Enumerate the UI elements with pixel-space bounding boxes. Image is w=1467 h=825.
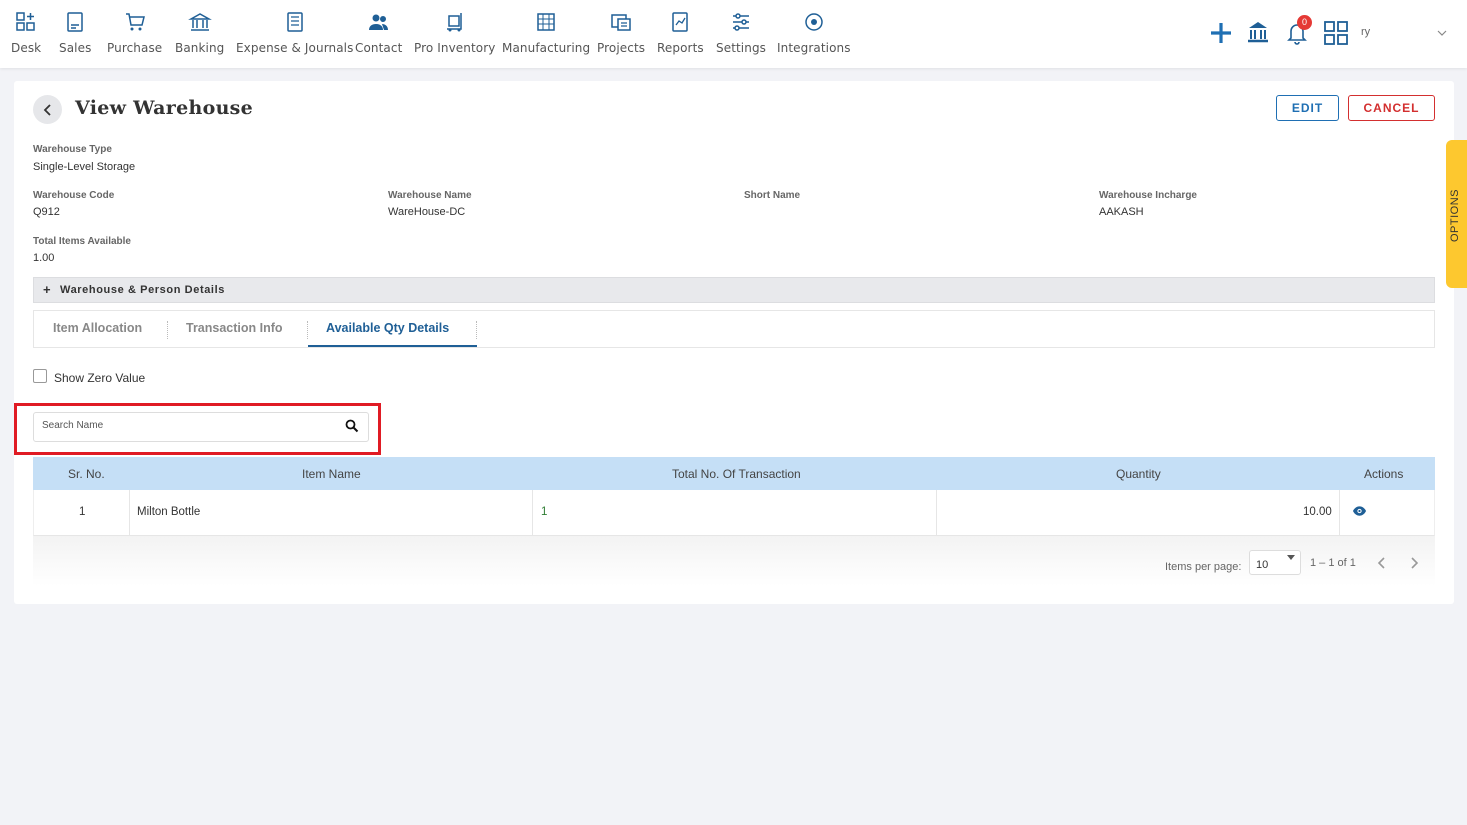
page-size-value: 10	[1256, 559, 1269, 571]
nav-integrations[interactable]: Integrations	[777, 10, 851, 55]
previous-page-icon[interactable]	[1375, 556, 1389, 570]
warehouse-code-value: Q912	[33, 206, 60, 218]
tab-transaction-info[interactable]: Transaction Info	[186, 321, 283, 335]
reports-icon	[668, 10, 692, 34]
apps-grid-icon[interactable]	[1324, 21, 1348, 45]
warehouse-name-value: WareHouse-DC	[388, 206, 466, 218]
header-actions: Actions	[1364, 467, 1404, 481]
show-zero-label: Show Zero Value	[54, 371, 146, 385]
top-nav: Desk Sales Purchase Banking Expense & Jo…	[0, 0, 1467, 68]
integrations-icon	[802, 10, 826, 34]
active-tab-indicator	[308, 345, 477, 347]
inventory-icon	[443, 10, 467, 34]
chevron-left-icon	[43, 103, 51, 116]
short-name-label: Short Name	[744, 190, 801, 201]
header-total-transactions: Total No. Of Transaction	[672, 467, 801, 481]
nav-settings[interactable]: Settings	[716, 10, 766, 55]
warehouse-name-label: Warehouse Name	[388, 190, 472, 201]
search-input[interactable]	[42, 420, 332, 431]
cell-transactions-link[interactable]: 1	[541, 506, 547, 518]
column-divider	[129, 490, 130, 536]
search-field[interactable]	[33, 412, 369, 442]
tab-item-allocation[interactable]: Item Allocation	[53, 321, 142, 335]
dropdown-arrow-icon	[1287, 555, 1295, 560]
header-item-name: Item Name	[302, 467, 361, 481]
total-items-label: Total Items Available	[33, 236, 131, 247]
nav-desk[interactable]: Desk	[11, 10, 41, 55]
sales-icon	[63, 10, 87, 34]
nav-expense-journals[interactable]: Expense & Journals	[236, 10, 353, 55]
column-divider	[936, 490, 937, 536]
warehouse-person-details-section[interactable]: + Warehouse & Person Details	[33, 277, 1435, 303]
tab-bar: Item Allocation Transaction Info Availab…	[33, 310, 1435, 348]
notification-badge: 0	[1297, 15, 1312, 30]
nav-manufacturing[interactable]: Manufacturing	[502, 10, 590, 55]
nav-contact[interactable]: Contact	[355, 10, 402, 55]
add-icon[interactable]	[1209, 21, 1233, 45]
tab-divider	[307, 321, 308, 339]
warehouse-type-value: Single-Level Storage	[33, 161, 136, 173]
nav-banking[interactable]: Banking	[175, 10, 224, 55]
header-sr-no: Sr. No.	[68, 467, 105, 481]
bank-building-icon[interactable]	[1246, 19, 1270, 45]
expand-icon: +	[43, 282, 51, 297]
column-divider	[1339, 490, 1340, 536]
cell-sr-no: 1	[79, 506, 86, 518]
edit-button[interactable]: EDIT	[1276, 95, 1339, 121]
nav-projects[interactable]: Projects	[597, 10, 645, 55]
section-label: Warehouse & Person Details	[60, 284, 225, 296]
options-label: OPTIONS	[1449, 188, 1461, 242]
chevron-down-icon[interactable]	[1437, 28, 1447, 38]
tab-divider	[167, 321, 168, 339]
nav-pro-inventory[interactable]: Pro Inventory	[414, 10, 495, 55]
table-header: Sr. No. Item Name Total No. Of Transacti…	[33, 457, 1435, 490]
tab-divider	[476, 321, 477, 339]
nav-sales[interactable]: Sales	[59, 10, 91, 55]
warehouse-incharge-label: Warehouse Incharge	[1099, 190, 1197, 201]
manufacturing-icon	[534, 10, 558, 34]
nav-purchase[interactable]: Purchase	[107, 10, 162, 55]
user-name[interactable]: ry	[1361, 26, 1370, 38]
options-tab[interactable]: OPTIONS	[1446, 140, 1467, 288]
bank-icon	[187, 10, 212, 34]
journal-icon	[283, 10, 307, 34]
cell-quantity: 10.00	[1303, 506, 1332, 518]
pager-range: 1 – 1 of 1	[1310, 557, 1356, 569]
contact-icon	[367, 10, 391, 34]
page-title: View Warehouse	[75, 97, 254, 119]
cart-icon	[123, 10, 147, 34]
search-icon[interactable]	[345, 419, 359, 433]
warehouse-type-label: Warehouse Type	[33, 144, 112, 155]
show-zero-checkbox[interactable]	[33, 369, 47, 383]
warehouse-code-label: Warehouse Code	[33, 190, 115, 201]
table-row: 1 Milton Bottle 1 10.00	[33, 490, 1435, 536]
view-eye-icon[interactable]	[1352, 505, 1367, 517]
cell-item-name: Milton Bottle	[137, 506, 201, 518]
column-divider	[532, 490, 533, 536]
settings-icon	[729, 10, 753, 34]
nav-reports[interactable]: Reports	[657, 10, 704, 55]
next-page-icon[interactable]	[1407, 556, 1421, 570]
items-per-page-label: Items per page:	[1165, 561, 1242, 573]
page-size-select[interactable]: 10	[1249, 550, 1301, 575]
projects-icon	[609, 10, 633, 34]
desk-icon	[14, 10, 38, 34]
total-items-value: 1.00	[33, 252, 55, 264]
warehouse-incharge-value: AAKASH	[1099, 206, 1144, 218]
header-quantity: Quantity	[1116, 467, 1161, 481]
tab-available-qty-details[interactable]: Available Qty Details	[326, 321, 449, 335]
cancel-button[interactable]: CANCEL	[1348, 95, 1435, 121]
back-button[interactable]	[33, 95, 62, 124]
